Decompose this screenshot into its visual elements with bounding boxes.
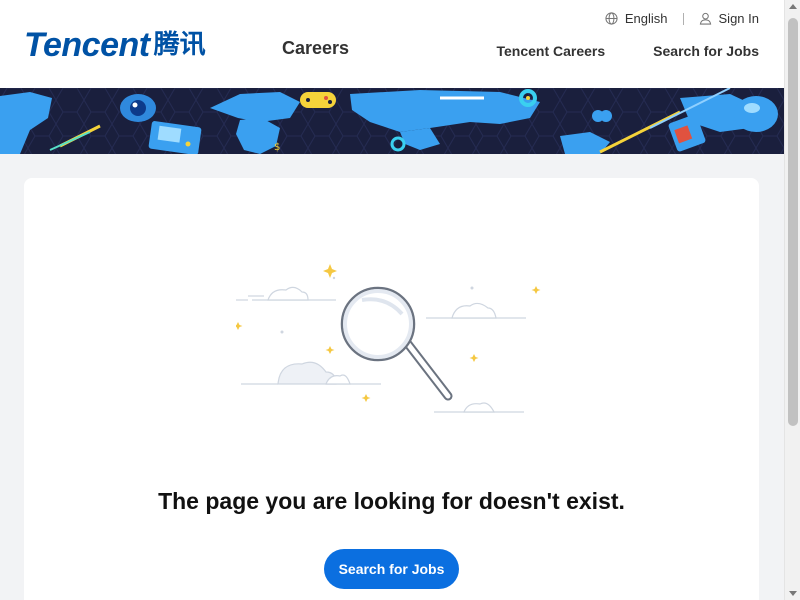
utility-divider <box>682 12 684 25</box>
svg-text:$: $ <box>274 142 280 153</box>
nav-search-jobs[interactable]: Search for Jobs <box>653 43 759 59</box>
vertical-scrollbar[interactable] <box>784 0 800 600</box>
nav-tencent-careers[interactable]: Tencent Careers <box>496 43 605 59</box>
utility-bar: English Sign In <box>605 11 759 26</box>
error-message: The page you are looking for doesn't exi… <box>158 488 625 514</box>
site-header: Tencent 腾讯 Careers English Sign In Tence… <box>0 0 784 88</box>
scroll-up-arrow-icon[interactable] <box>789 4 797 9</box>
main-nav: Tencent Careers Search for Jobs <box>496 43 759 59</box>
cloud-shape <box>451 302 497 319</box>
game-controller-shape <box>300 92 336 108</box>
sign-in-label: Sign In <box>718 11 759 26</box>
globe-icon <box>605 12 618 25</box>
hero-banner: $ <box>0 88 784 154</box>
tencent-logo[interactable]: Tencent 腾讯 <box>24 28 206 62</box>
logo-wordmark: Tencent <box>24 26 150 64</box>
error-card: The page you are looking for doesn't exi… <box>24 178 759 600</box>
search-jobs-button[interactable]: Search for Jobs <box>324 549 459 589</box>
language-label: English <box>624 11 668 26</box>
scroll-down-arrow-icon[interactable] <box>789 591 797 596</box>
magnifier-illustration <box>236 264 541 413</box>
sign-in-link[interactable]: Sign In <box>699 11 759 26</box>
language-switch[interactable]: English <box>605 11 668 26</box>
cloud-shape <box>267 286 309 301</box>
cloud-shape <box>463 402 495 413</box>
logo-chinese: 腾讯 <box>153 30 206 60</box>
bubble-shape <box>734 96 778 132</box>
scroll-thumb[interactable] <box>788 18 798 426</box>
section-title[interactable]: Careers <box>282 38 349 59</box>
banner-illustration: $ <box>0 88 784 154</box>
user-icon <box>699 12 711 25</box>
